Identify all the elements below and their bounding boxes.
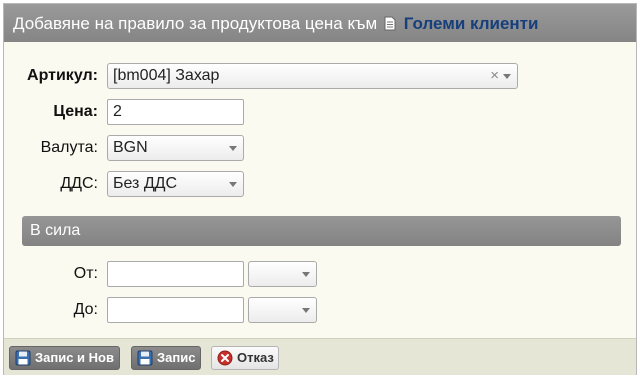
- vat-select[interactable]: Без ДДС: [107, 171, 244, 197]
- chevron-down-icon: [302, 308, 310, 313]
- article-label: Артикул:: [27, 67, 98, 84]
- floppy-disk-icon: [137, 350, 153, 373]
- to-label: До:: [73, 301, 98, 318]
- currency-value: BGN: [113, 139, 148, 156]
- clear-icon[interactable]: ×: [490, 64, 499, 88]
- cancel-label: Отказ: [237, 350, 274, 365]
- to-date-input[interactable]: [107, 297, 244, 323]
- dialog-footer: Запис и Нов Запис Отказ: [4, 338, 636, 375]
- from-date-input[interactable]: [107, 261, 244, 287]
- price-label: Цена:: [53, 103, 98, 120]
- dialog-title-bar: Добавяне на правило за продуктова цена к…: [4, 4, 636, 42]
- cancel-circle-icon: [217, 350, 233, 373]
- article-select[interactable]: [bm004] Захар ×: [107, 63, 518, 89]
- save-and-new-button[interactable]: Запис и Нов: [9, 346, 120, 370]
- form-content: Артикул: [bm004] Захар × Цена: 2 Валута:…: [4, 42, 636, 338]
- price-input[interactable]: 2: [107, 99, 244, 125]
- floppy-disk-icon: [15, 350, 31, 373]
- dialog-title: Добавяне на правило за продуктова цена к…: [13, 14, 378, 33]
- chevron-down-icon: [503, 74, 511, 79]
- currency-label: Валута:: [40, 139, 98, 156]
- save-and-new-label: Запис и Нов: [35, 350, 114, 365]
- document-icon: [384, 16, 396, 36]
- vat-value: Без ДДС: [113, 175, 178, 192]
- currency-select[interactable]: BGN: [107, 135, 244, 161]
- from-label: От:: [73, 265, 98, 282]
- chevron-down-icon: [229, 182, 237, 187]
- price-rule-dialog: Добавяне на правило за продуктова цена к…: [3, 3, 637, 375]
- article-value: [bm004] Захар: [113, 67, 220, 84]
- chevron-down-icon: [302, 272, 310, 277]
- save-label: Запис: [157, 350, 196, 365]
- vat-label: ДДС:: [60, 175, 98, 192]
- price-value: 2: [113, 103, 122, 120]
- validity-section-header: В сила: [22, 216, 621, 246]
- save-button[interactable]: Запис: [131, 346, 201, 370]
- chevron-down-icon: [229, 146, 237, 151]
- from-time-select[interactable]: [248, 261, 317, 287]
- customer-group-link[interactable]: Големи клиенти: [404, 14, 539, 33]
- cancel-button[interactable]: Отказ: [211, 346, 279, 370]
- to-time-select[interactable]: [248, 297, 317, 323]
